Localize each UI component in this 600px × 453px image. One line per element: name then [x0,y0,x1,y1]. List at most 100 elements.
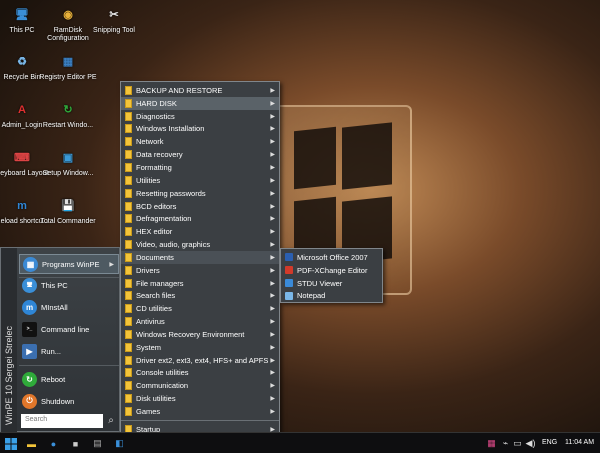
volume-icon[interactable]: ◀) [523,436,538,451]
reload-icon: m [17,200,27,212]
setup-icon: ▣ [62,152,74,164]
start-menu-side-label: WinPE 10 Sergei Strelec [1,248,17,433]
chevron-right-icon: ▶ [270,370,275,377]
start-menu: WinPE 10 Sergei Strelec ▦ Programs WinPE… [0,247,120,433]
chevron-right-icon: ▶ [270,190,275,197]
run-icon: ▶ [22,343,37,359]
chevron-right-icon: ▶ [270,357,275,364]
menu-item-antivirus[interactable]: Antivirus ▶ [121,315,279,328]
menu-item-hex-editor[interactable]: HEX editor ▶ [121,225,279,238]
folder-icon [125,407,132,417]
folder-icon [125,304,132,314]
menu-item-diagnostics[interactable]: Diagnostics ▶ [121,110,279,123]
computer-icon: 🖥 [15,9,29,21]
menu-item-pdf-xchange-editor[interactable]: PDF-XChange Editor [281,264,382,277]
computer-icon: 🖥 [22,277,37,293]
folder-icon [125,214,132,224]
windows-logo-icon [4,437,17,450]
scissors-icon: ✂ [109,9,119,21]
folder-icon [125,368,132,378]
chevron-right-icon: ▶ [270,267,275,274]
start-button[interactable] [3,436,18,451]
menu-item-stdu-viewer[interactable]: STDU Viewer [281,277,382,290]
menu-item-windows-installation[interactable]: Windows Installation ▶ [121,123,279,136]
menu-item-console-utilities[interactable]: Console utilities ▶ [121,367,279,380]
divider [121,419,279,421]
app-taskbar-icon[interactable]: ■ [68,436,83,451]
programs-submenu: BACKUP AND RESTORE ▶ HARD DISK ▶ Diagnostics… [120,81,280,450]
app-taskbar-icon[interactable]: ◧ [112,436,127,451]
menu-item-communication[interactable]: Communication ▶ [121,379,279,392]
chevron-right-icon: ▶ [109,261,114,268]
menu-item-drivers[interactable]: Drivers ▶ [121,264,279,277]
menu-item-hard-disk[interactable]: HARD DISK ▶ [121,96,279,110]
menu-item-file-managers[interactable]: File managers ▶ [121,277,279,290]
start-item-programs-winpe[interactable]: ▦ Programs WinPE ▶ [19,254,119,274]
start-item-this-pc[interactable]: 🖥 This PC [19,275,119,295]
menu-item-microsoft-office-2007[interactable]: Microsoft Office 2007 [281,251,382,264]
desktop-icon-registry-editor[interactable]: ▦ Registry Editor PE [38,52,98,82]
menu-item-data-recovery[interactable]: Data recovery ▶ [121,148,279,161]
clock[interactable]: 11:04 AM [565,439,594,446]
chevron-right-icon: ▶ [270,177,275,184]
chevron-right-icon: ▶ [270,216,275,223]
divider [19,365,119,366]
color-tray-icon[interactable]: ▦ [484,436,499,451]
chevron-right-icon: ▶ [270,306,275,313]
menu-item-documents[interactable]: Documents ▶ [121,250,279,264]
search-input[interactable]: Search [21,414,103,428]
chevron-right-icon: ▶ [270,254,275,261]
start-item-minstall[interactable]: m MInstAll [19,297,119,317]
folder-icon [125,381,132,391]
search-icon[interactable]: ⌕ [104,414,118,428]
start-item-command-line[interactable]: >_ Command line [19,319,119,339]
folder-icon [125,150,132,160]
desktop-icon-snipping-tool[interactable]: ✂ Snipping Tool [84,5,144,35]
menu-item-video-audio-graphics[interactable]: Video, audio, graphics ▶ [121,238,279,251]
folder-icon [125,137,132,147]
reboot-icon: ↻ [22,371,37,387]
folder-icon [125,278,132,288]
desktop-icon-setup-windows[interactable]: ▣ Setup Window... [38,148,98,178]
desktop-icon-total-commander[interactable]: 💾 Total Commander [38,196,98,226]
desktop-icon-restart[interactable]: ↻ Restart Windo... [38,100,98,130]
programs-icon: ▦ [23,256,38,272]
menu-item-games[interactable]: Games ▶ [121,405,279,418]
folder-icon [125,162,132,172]
chevron-right-icon: ▶ [270,87,275,94]
chevron-right-icon: ▶ [270,319,275,326]
menu-item-utilities[interactable]: Utilities ▶ [121,174,279,187]
folder-icon [125,98,132,108]
app-taskbar-icon[interactable]: ▤ [90,436,105,451]
menu-item-defragmentation[interactable]: Defragmentation ▶ [121,212,279,225]
folder-icon [125,252,132,262]
menu-item-search-files[interactable]: Search files ▶ [121,290,279,303]
disk-icon: ◉ [63,9,73,21]
menu-item-network[interactable]: Network ▶ [121,135,279,148]
menu-item-driver-ext2-ext3-ext4-hfs-and-apfs[interactable]: Driver ext2, ext3, ext4, HFS+ and APFS ▶ [121,354,279,367]
chevron-right-icon: ▶ [270,113,275,120]
minstall-taskbar-icon[interactable]: ● [46,436,61,451]
menu-item-resetting-passwords[interactable]: Resetting passwords ▶ [121,187,279,200]
folder-icon [125,240,132,250]
menu-item-cd-utilities[interactable]: CD utilities ▶ [121,302,279,315]
menu-item-windows-recovery-environment[interactable]: Windows Recovery Environment ▶ [121,328,279,341]
menu-item-system[interactable]: System ▶ [121,341,279,354]
menu-item-bcd-editors[interactable]: BCD editors ▶ [121,200,279,213]
folder-icon [125,265,132,275]
menu-item-notepad[interactable]: Notepad [281,290,382,303]
folder-icon [125,227,132,237]
start-item-reboot[interactable]: ↻ Reboot [19,369,119,389]
folder-icon [125,188,132,198]
keyboard-icon: ⌨ [14,152,30,164]
menu-item-backup-and-restore[interactable]: BACKUP AND RESTORE ▶ [121,84,279,97]
folder-icon [125,355,132,365]
language-indicator[interactable]: ENG [542,439,557,446]
menu-item-disk-utilities[interactable]: Disk utilities ▶ [121,392,279,405]
start-item-run[interactable]: ▶ Run... [19,341,119,361]
chevron-right-icon: ▶ [270,344,275,351]
explorer-icon[interactable]: ▬ [24,436,39,451]
programs-list: BACKUP AND RESTORE ▶ HARD DISK ▶ Diagnostics… [121,82,279,418]
menu-item-formatting[interactable]: Formatting ▶ [121,161,279,174]
start-item-shutdown[interactable]: ⏻ Shutdown [19,391,119,411]
